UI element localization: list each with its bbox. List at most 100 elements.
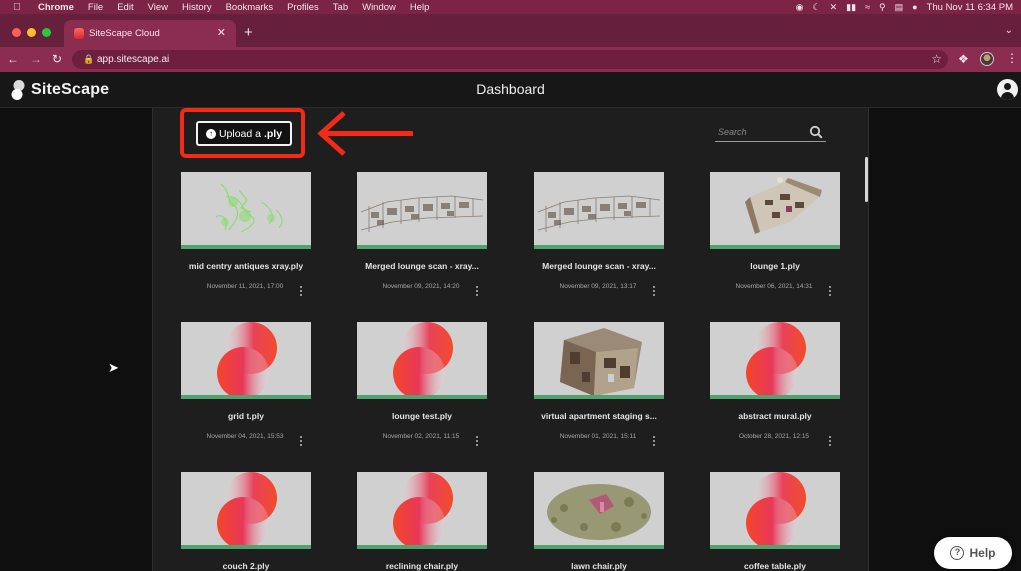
processed-status-bar (181, 245, 311, 249)
file-name[interactable]: mid centry antiques xray.ply (165, 261, 327, 271)
url-text[interactable]: app.sitescape.ai (97, 54, 169, 65)
file-thumbnail[interactable] (534, 322, 664, 399)
file-thumbnail[interactable] (710, 322, 840, 399)
file-menu-icon[interactable] (475, 286, 479, 298)
dashboard-content: mid centry antiques xray.ply November 11,… (152, 108, 869, 571)
file-name[interactable]: Merged lounge scan - xray... (518, 261, 680, 271)
address-bar[interactable]: 🔒 app.sitescape.ai ☆ (72, 50, 948, 69)
menu-bookmarks[interactable]: Bookmarks (226, 2, 274, 13)
battery-icon[interactable]: ▮▮ (846, 2, 856, 13)
upload-arrow-icon: ↑ (205, 128, 216, 139)
browser-tab-strip: SiteScape Cloud ✕ + ⌄ (0, 14, 1021, 47)
file-name[interactable]: Merged lounge scan - xray... (341, 261, 503, 271)
mute-icon[interactable]: ✕ (830, 2, 838, 13)
wifi-icon[interactable]: ≈ (865, 2, 870, 12)
menu-file[interactable]: File (88, 2, 103, 13)
file-name[interactable]: lounge 1.ply (694, 261, 856, 271)
close-window-button[interactable] (12, 28, 21, 37)
profile-avatar[interactable] (980, 52, 994, 66)
siri-icon[interactable]: ● (912, 2, 917, 12)
moon-icon[interactable]: ☾ (813, 2, 821, 13)
file-name[interactable]: lawn chair.ply (518, 561, 680, 571)
menu-view[interactable]: View (148, 2, 168, 13)
file-date: November 01, 2021, 15:11 (559, 433, 637, 440)
file-date: November 06, 2021, 14:31 (735, 283, 813, 290)
question-icon: ? (950, 546, 965, 560)
file-thumbnail[interactable] (710, 172, 840, 249)
file-date: November 11, 2021, 17:00 (206, 283, 284, 290)
file-thumbnail[interactable] (534, 172, 664, 249)
bookmark-star-icon[interactable]: ☆ (931, 52, 942, 66)
account-icon[interactable] (997, 79, 1018, 100)
file-date: November 09, 2021, 14:20 (382, 283, 460, 290)
file-date: November 09, 2021, 13:17 (559, 283, 637, 290)
tab-search-chevron-icon[interactable]: ⌄ (1005, 25, 1013, 36)
sitescape-favicon-icon (74, 28, 84, 39)
magnifier-icon[interactable] (809, 125, 823, 139)
file-thumbnail[interactable] (710, 472, 840, 549)
browser-toolbar: ← → ↻ 🔒 app.sitescape.ai ☆ ❖ ⋮ (0, 47, 1021, 72)
back-arrow-icon[interactable]: ← (7, 52, 19, 66)
file-menu-icon[interactable] (652, 286, 656, 298)
lock-icon[interactable]: 🔒 (83, 54, 94, 65)
control-center-icon[interactable]: ▤ (895, 2, 904, 13)
menu-edit[interactable]: Edit (117, 2, 133, 13)
status-area: ◉ ☾ ✕ ▮▮ ≈ ⚲ ▤ ● Thu Nov 11 6:34 PM (796, 0, 1013, 14)
upload-ply-button[interactable]: ↑ Upload a .ply (196, 121, 292, 146)
upload-label-ext: .ply (263, 127, 283, 140)
processed-status-bar (181, 395, 311, 399)
upload-label: Upload a (218, 127, 261, 140)
menu-help[interactable]: Help (410, 2, 430, 13)
menu-tab[interactable]: Tab (333, 2, 348, 13)
file-thumbnail[interactable] (181, 322, 311, 399)
search-icon[interactable]: ⚲ (879, 2, 886, 13)
close-tab-icon[interactable]: ✕ (217, 26, 226, 39)
clock[interactable]: Thu Nov 11 6:34 PM (927, 2, 1013, 13)
file-name[interactable]: lounge test.ply (341, 411, 503, 421)
zoom-window-button[interactable] (42, 28, 51, 37)
file-menu-icon[interactable] (299, 436, 303, 448)
tab-title: SiteScape Cloud (89, 28, 160, 39)
file-thumbnail[interactable] (357, 172, 487, 249)
file-name[interactable]: abstract mural.ply (694, 411, 856, 421)
file-date: October 28, 2021, 12:15 (738, 433, 810, 440)
file-menu-icon[interactable] (652, 436, 656, 448)
menu-app-name[interactable]: Chrome (38, 2, 74, 13)
file-menu-icon[interactable] (475, 436, 479, 448)
menu-profiles[interactable]: Profiles (287, 2, 319, 13)
extensions-puzzle-icon[interactable]: ❖ (958, 52, 969, 66)
scrollbar-thumb[interactable] (865, 157, 868, 202)
processed-status-bar (357, 545, 487, 549)
reload-icon[interactable]: ↻ (52, 52, 62, 66)
search-input[interactable] (718, 125, 806, 139)
file-name[interactable]: reclining chair.ply (341, 561, 503, 571)
file-thumbnail[interactable] (181, 172, 311, 249)
menu-history[interactable]: History (182, 2, 212, 13)
chrome-menu-icon[interactable]: ⋮ (1006, 51, 1018, 65)
file-menu-icon[interactable] (828, 286, 832, 298)
browser-tab-active[interactable]: SiteScape Cloud ✕ (64, 20, 236, 47)
record-icon[interactable]: ◉ (796, 2, 804, 13)
processed-status-bar (181, 545, 311, 549)
new-tab-icon[interactable]: + (244, 25, 253, 40)
processed-status-bar (710, 395, 840, 399)
search-box (715, 124, 826, 142)
help-button[interactable]: ? Help (934, 537, 1012, 569)
file-name[interactable]: virtual apartment staging s... (518, 411, 680, 421)
help-label: Help (969, 546, 996, 560)
file-name[interactable]: grid t.ply (165, 411, 327, 421)
file-thumbnail[interactable] (181, 472, 311, 549)
apple-icon[interactable]:  (8, 2, 26, 13)
file-menu-icon[interactable] (828, 436, 832, 448)
processed-status-bar (710, 545, 840, 549)
file-thumbnail[interactable] (357, 472, 487, 549)
menu-window[interactable]: Window (362, 2, 396, 13)
file-thumbnail[interactable] (534, 472, 664, 549)
forward-arrow-icon[interactable]: → (30, 52, 42, 66)
file-menu-icon[interactable] (299, 286, 303, 298)
red-arrow-annotation (317, 111, 413, 156)
file-name[interactable]: couch 2.ply (165, 561, 327, 571)
file-name[interactable]: coffee table.ply (694, 561, 856, 571)
file-thumbnail[interactable] (357, 322, 487, 399)
minimize-window-button[interactable] (27, 28, 36, 37)
